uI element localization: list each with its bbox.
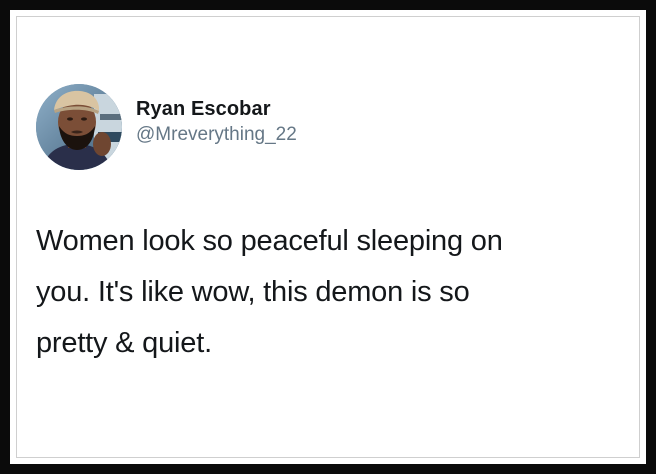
avatar[interactable] — [36, 84, 122, 170]
display-name[interactable]: Ryan Escobar — [136, 97, 297, 121]
meme-frame: Ryan Escobar @Mreverything_22 Women look… — [0, 0, 656, 474]
tweet-text-line-3: pretty & quiet. — [36, 327, 212, 359]
author-names: Ryan Escobar @Mreverything_22 — [136, 97, 297, 147]
tweet-header: Ryan Escobar @Mreverything_22 — [36, 84, 297, 170]
tweet-text-line-2: you. It's like wow, this demon is so — [36, 276, 470, 308]
avatar-photo-icon — [36, 84, 122, 170]
tweet-body: Women look so peaceful sleeping on you. … — [36, 216, 636, 369]
tweet-text-line-1: Women look so peaceful sleeping on — [36, 225, 503, 257]
user-handle[interactable]: @Mreverything_22 — [136, 123, 297, 147]
